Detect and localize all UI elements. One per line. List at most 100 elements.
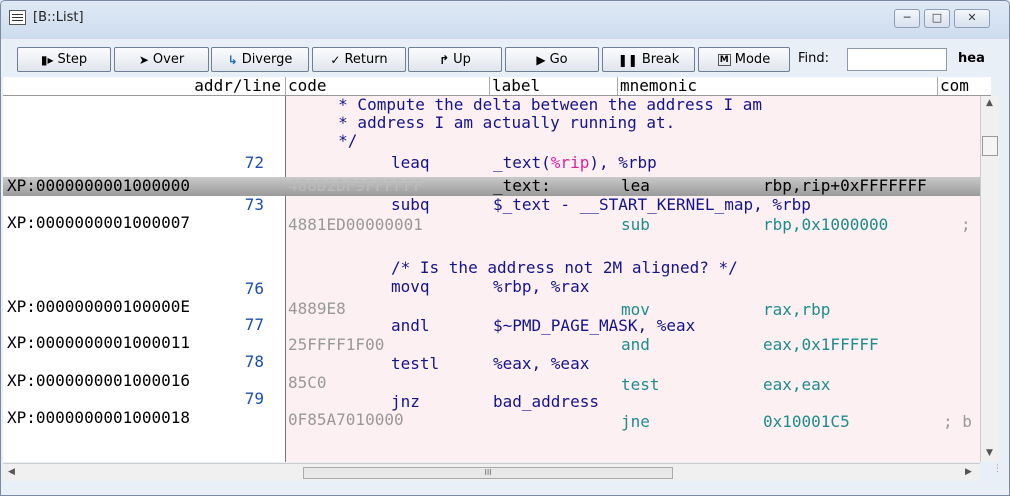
line-number[interactable]: 79 — [3, 390, 264, 408]
step-icon: ▮▸ — [40, 52, 54, 67]
source-mnemonic: andl — [391, 316, 430, 335]
asm-operands: 0x10001C5 — [763, 412, 850, 431]
resize-grip-icon[interactable]: ⋮ — [982, 464, 1002, 484]
vertical-scrollbar[interactable]: ▲ ▼ — [980, 96, 999, 462]
source-operands: $_text - __START_KERNEL_map, %rbp — [493, 195, 811, 214]
col-mnemonic[interactable]: mnemonic — [618, 77, 938, 95]
step-over-icon: ➤ — [138, 52, 149, 67]
source-comment: * Compute the delta between the address … — [290, 96, 763, 114]
list-window-icon — [9, 10, 26, 25]
up-icon: ↱ — [439, 52, 450, 67]
maximize-button[interactable]: □ — [924, 9, 950, 28]
col-label[interactable]: label — [490, 77, 618, 95]
over-button[interactable]: ➤ Over — [114, 47, 209, 72]
asm-mnemonic: test — [621, 375, 660, 394]
source-operands: $~PMD_PAGE_MASK, %eax — [493, 316, 696, 335]
address[interactable]: XP:000000000100000E — [7, 298, 190, 316]
asm-mnemonic: jne — [621, 412, 650, 431]
horizontal-scrollbar[interactable]: ◀ III ▶ — [3, 463, 980, 481]
line-number[interactable]: 72 — [3, 154, 264, 172]
source-mnemonic: testl — [391, 354, 440, 373]
address[interactable]: XP:0000000001000000 — [7, 177, 190, 195]
source-comment: * address I am actually running at. — [290, 113, 676, 132]
address[interactable]: XP:0000000001000018 — [7, 409, 190, 427]
source-mnemonic: jnz — [391, 392, 420, 411]
list-window: [B::List] ─ □ ✕ ▮▸ Step ➤ Over ↳ Diverge ✓ R… — [0, 0, 1010, 496]
source-comment: */ — [290, 131, 358, 150]
title-bar: [B::List] ─ □ ✕ — [1, 1, 1009, 39]
go-icon: ▶ — [536, 52, 546, 67]
line-number[interactable]: 73 — [3, 196, 264, 214]
scroll-down-icon[interactable]: ▼ — [986, 448, 993, 458]
minimize-button[interactable]: ─ — [894, 9, 920, 28]
vertical-scroll-thumb[interactable] — [982, 136, 998, 156]
horizontal-scroll-thumb[interactable]: III — [303, 467, 673, 479]
line-number[interactable]: 78 — [3, 353, 264, 371]
toolbar: ▮▸ Step ➤ Over ↳ Diverge ✓ Return ↱ Up ▶ Go ❚❚… — [3, 47, 1009, 73]
maximize-icon: □ — [931, 11, 943, 24]
asm-operands: eax,eax — [763, 375, 831, 394]
window-title: [B::List] — [33, 10, 84, 25]
asm-operands: rbp,0x1000000 — [763, 215, 889, 234]
operand-text: ), %rbp — [589, 153, 657, 172]
return-label: Return — [344, 52, 388, 67]
search-hint-text: hea — [958, 51, 985, 66]
break-label: Break — [641, 52, 680, 67]
asm-operands: rax,rbp — [763, 300, 831, 319]
break-icon: ❚❚ — [617, 52, 638, 67]
address[interactable]: XP:0000000001000007 — [7, 214, 190, 232]
asm-comment: ; — [961, 215, 971, 234]
address[interactable]: XP:0000000001000011 — [7, 334, 190, 352]
go-label: Go — [549, 52, 568, 67]
find-input[interactable] — [847, 48, 947, 71]
source-mnemonic: leaq — [391, 153, 430, 172]
source-operands: %rbp, %rax — [493, 277, 590, 296]
listing-area[interactable]: * Compute the delta between the address … — [3, 96, 980, 462]
over-label: Over — [152, 52, 185, 67]
line-number[interactable]: 77 — [3, 316, 264, 334]
return-button[interactable]: ✓ Return — [312, 47, 406, 72]
asm-comment: ; b — [943, 412, 972, 431]
step-button[interactable]: ▮▸ Step — [17, 47, 111, 72]
asm-mnemonic: lea — [621, 176, 650, 195]
opcode-bytes: 25FFFF1F00 — [288, 335, 385, 354]
code-label: _text: — [493, 176, 551, 195]
col-comment[interactable]: com — [938, 77, 982, 95]
close-icon: ✕ — [967, 11, 977, 24]
source-operands: bad_address — [493, 392, 599, 411]
diverge-label: Diverge — [241, 52, 293, 67]
diverge-button[interactable]: ↳ Diverge — [211, 47, 309, 72]
operand-register: %rip — [550, 153, 590, 172]
scroll-left-icon[interactable]: ◀ — [8, 467, 15, 477]
line-number[interactable]: 76 — [3, 280, 264, 298]
diverge-icon: ↳ — [227, 52, 238, 67]
find-label: Find: — [798, 51, 830, 66]
address[interactable]: XP:0000000001000016 — [7, 372, 190, 390]
step-label: Step — [57, 52, 88, 67]
up-button[interactable]: ↱ Up — [408, 47, 502, 72]
mode-icon: M — [717, 53, 731, 66]
return-icon: ✓ — [330, 52, 341, 67]
asm-mnemonic: sub — [621, 215, 650, 234]
source-operands: %eax, %eax — [493, 354, 590, 373]
opcode-bytes: 0F85A7010000 — [288, 410, 404, 429]
asm-operands: eax,0x1FFFFF — [763, 335, 879, 354]
up-label: Up — [453, 52, 471, 67]
close-button[interactable]: ✕ — [954, 9, 990, 28]
go-button[interactable]: ▶ Go — [505, 47, 599, 72]
col-addr-line[interactable]: addr/line — [3, 77, 286, 95]
column-header: addr/line code label mnemonic com — [3, 77, 991, 96]
source-comment: /* Is the address not 2M aligned? */ — [391, 258, 738, 277]
asm-mnemonic: and — [621, 335, 650, 354]
scroll-up-icon[interactable]: ▲ — [986, 98, 993, 108]
source-operands: _text(%rip), %rbp — [493, 154, 657, 172]
opcode-bytes: 85C0 — [288, 373, 327, 392]
scroll-right-icon[interactable]: ▶ — [965, 467, 972, 477]
col-code[interactable]: code — [286, 77, 490, 95]
opcode-bytes: 4889E8 — [288, 299, 346, 318]
mode-label: Mode — [734, 52, 771, 67]
opcode-bytes: 4881ED00000001 — [288, 215, 423, 234]
break-button[interactable]: ❚❚ Break — [602, 47, 695, 72]
operand-text: _text( — [493, 153, 551, 172]
mode-button[interactable]: M Mode — [698, 47, 790, 72]
